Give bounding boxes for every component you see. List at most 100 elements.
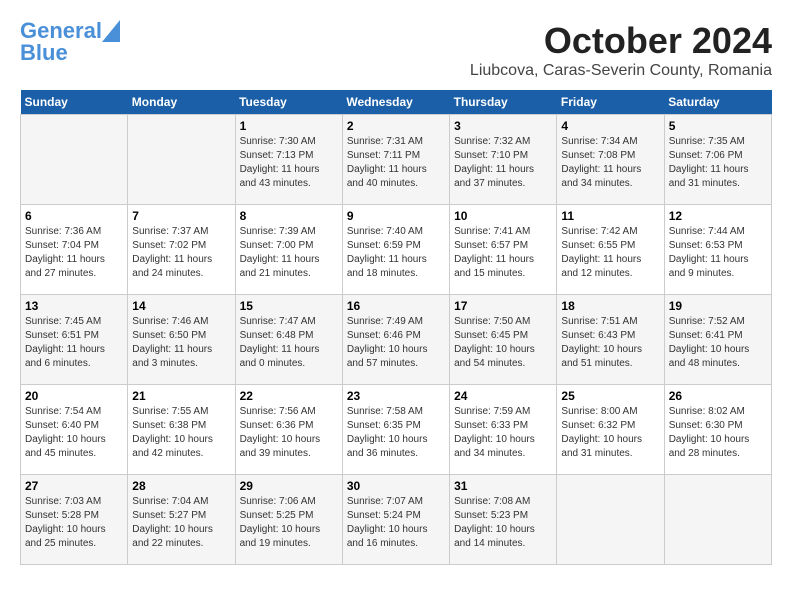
- logo-icon: [102, 20, 120, 42]
- day-info: Sunrise: 7:41 AMSunset: 6:57 PMDaylight:…: [454, 225, 552, 281]
- month-title: October 2024: [470, 20, 772, 62]
- calendar-cell: 6 Sunrise: 7:36 AMSunset: 7:04 PMDaylight…: [21, 205, 128, 295]
- calendar-cell: 16 Sunrise: 7:49 AMSunset: 6:46 PMDayligh…: [342, 295, 449, 385]
- calendar-cell: 8Sunrise: 7:39 AMSunset: 7:00 PMDaylight…: [235, 205, 342, 295]
- day-info: Sunrise: 7:52 AMSunset: 6:41 PMDaylight:…: [669, 315, 767, 371]
- day-info: Sunrise: 7:37 AMSunset: 7:02 PMDaylight:…: [132, 225, 230, 281]
- calendar-cell: 4 Sunrise: 7:34 AMSunset: 7:08 PMDaylight…: [557, 115, 664, 205]
- day-number: 7: [132, 209, 230, 223]
- day-info: Sunrise: 7:07 AMSunset: 5:24 PMDaylight:…: [347, 495, 445, 551]
- logo-text-blue: Blue: [20, 42, 68, 64]
- day-number: 28: [132, 479, 230, 493]
- day-info: Sunrise: 8:02 AMSunset: 6:30 PMDaylight:…: [669, 405, 767, 461]
- day-info: Sunrise: 7:08 AMSunset: 5:23 PMDaylight:…: [454, 495, 552, 551]
- day-number: 16: [347, 299, 445, 313]
- day-info: Sunrise: 7:59 AMSunset: 6:33 PMDaylight:…: [454, 405, 552, 461]
- day-number: 11: [561, 209, 659, 223]
- calendar-cell: 12 Sunrise: 7:44 AMSunset: 6:53 PMDayligh…: [664, 205, 771, 295]
- day-number: 2: [347, 119, 445, 133]
- calendar-cell: 22 Sunrise: 7:56 AMSunset: 6:36 PMDayligh…: [235, 385, 342, 475]
- day-number: 6: [25, 209, 123, 223]
- day-info: Sunrise: 7:54 AMSunset: 6:40 PMDaylight:…: [25, 405, 123, 461]
- location: Liubcova, Caras-Severin County, Romania: [470, 62, 772, 80]
- day-number: 13: [25, 299, 123, 313]
- day-number: 24: [454, 389, 552, 403]
- day-number: 10: [454, 209, 552, 223]
- day-number: 23: [347, 389, 445, 403]
- day-info: Sunrise: 7:03 AMSunset: 5:28 PMDaylight:…: [25, 495, 123, 551]
- day-number: 5: [669, 119, 767, 133]
- header-wednesday: Wednesday: [342, 90, 449, 115]
- day-number: 15: [240, 299, 338, 313]
- calendar-header-row: SundayMondayTuesdayWednesdayThursdayFrid…: [21, 90, 772, 115]
- day-number: 27: [25, 479, 123, 493]
- day-info: Sunrise: 7:32 AMSunset: 7:10 PMDaylight:…: [454, 135, 552, 191]
- calendar-cell: 26 Sunrise: 8:02 AMSunset: 6:30 PMDayligh…: [664, 385, 771, 475]
- day-info: Sunrise: 7:58 AMSunset: 6:35 PMDaylight:…: [347, 405, 445, 461]
- day-info: Sunrise: 7:50 AMSunset: 6:45 PMDaylight:…: [454, 315, 552, 371]
- day-info: Sunrise: 7:34 AMSunset: 7:08 PMDaylight:…: [561, 135, 659, 191]
- page-header: General Blue October 2024 Liubcova, Cara…: [20, 20, 772, 80]
- calendar-cell: 5 Sunrise: 7:35 AMSunset: 7:06 PMDaylight…: [664, 115, 771, 205]
- calendar-cell: 27 Sunrise: 7:03 AMSunset: 5:28 PMDayligh…: [21, 475, 128, 565]
- day-number: 9: [347, 209, 445, 223]
- day-number: 1: [240, 119, 338, 133]
- day-number: 29: [240, 479, 338, 493]
- calendar-cell: 3 Sunrise: 7:32 AMSunset: 7:10 PMDaylight…: [450, 115, 557, 205]
- day-number: 19: [669, 299, 767, 313]
- day-number: 12: [669, 209, 767, 223]
- day-number: 20: [25, 389, 123, 403]
- calendar-week-row: 1 Sunrise: 7:30 AMSunset: 7:13 PMDaylight…: [21, 115, 772, 205]
- calendar-cell: 28Sunrise: 7:04 AMSunset: 5:27 PMDayligh…: [128, 475, 235, 565]
- day-number: 17: [454, 299, 552, 313]
- day-number: 25: [561, 389, 659, 403]
- calendar-cell: 7 Sunrise: 7:37 AMSunset: 7:02 PMDaylight…: [128, 205, 235, 295]
- header-friday: Friday: [557, 90, 664, 115]
- header-saturday: Saturday: [664, 90, 771, 115]
- calendar-cell: 2 Sunrise: 7:31 AMSunset: 7:11 PMDaylight…: [342, 115, 449, 205]
- day-number: 8: [240, 209, 338, 223]
- calendar-cell: 9Sunrise: 7:40 AMSunset: 6:59 PMDaylight…: [342, 205, 449, 295]
- calendar-week-row: 6 Sunrise: 7:36 AMSunset: 7:04 PMDaylight…: [21, 205, 772, 295]
- header-sunday: Sunday: [21, 90, 128, 115]
- day-number: 18: [561, 299, 659, 313]
- calendar-cell: 14Sunrise: 7:46 AMSunset: 6:50 PMDayligh…: [128, 295, 235, 385]
- calendar-table: SundayMondayTuesdayWednesdayThursdayFrid…: [20, 90, 772, 565]
- calendar-cell: 11 Sunrise: 7:42 AMSunset: 6:55 PMDayligh…: [557, 205, 664, 295]
- calendar-cell: [664, 475, 771, 565]
- calendar-cell: 18Sunrise: 7:51 AMSunset: 6:43 PMDayligh…: [557, 295, 664, 385]
- day-number: 14: [132, 299, 230, 313]
- day-info: Sunrise: 7:42 AMSunset: 6:55 PMDaylight:…: [561, 225, 659, 281]
- day-number: 22: [240, 389, 338, 403]
- day-info: Sunrise: 7:36 AMSunset: 7:04 PMDaylight:…: [25, 225, 123, 281]
- logo-text-general: General: [20, 20, 102, 42]
- header-monday: Monday: [128, 90, 235, 115]
- calendar-cell: [21, 115, 128, 205]
- day-number: 26: [669, 389, 767, 403]
- day-info: Sunrise: 7:30 AMSunset: 7:13 PMDaylight:…: [240, 135, 338, 191]
- calendar-week-row: 13Sunrise: 7:45 AMSunset: 6:51 PMDayligh…: [21, 295, 772, 385]
- day-number: 21: [132, 389, 230, 403]
- calendar-cell: 17 Sunrise: 7:50 AMSunset: 6:45 PMDayligh…: [450, 295, 557, 385]
- calendar-cell: 15 Sunrise: 7:47 AMSunset: 6:48 PMDayligh…: [235, 295, 342, 385]
- calendar-cell: [557, 475, 664, 565]
- day-info: Sunrise: 7:47 AMSunset: 6:48 PMDaylight:…: [240, 315, 338, 371]
- calendar-cell: 30Sunrise: 7:07 AMSunset: 5:24 PMDayligh…: [342, 475, 449, 565]
- calendar-cell: 23 Sunrise: 7:58 AMSunset: 6:35 PMDayligh…: [342, 385, 449, 475]
- calendar-cell: 13Sunrise: 7:45 AMSunset: 6:51 PMDayligh…: [21, 295, 128, 385]
- day-info: Sunrise: 7:56 AMSunset: 6:36 PMDaylight:…: [240, 405, 338, 461]
- day-info: Sunrise: 7:35 AMSunset: 7:06 PMDaylight:…: [669, 135, 767, 191]
- calendar-cell: 20 Sunrise: 7:54 AMSunset: 6:40 PMDayligh…: [21, 385, 128, 475]
- day-info: Sunrise: 7:06 AMSunset: 5:25 PMDaylight:…: [240, 495, 338, 551]
- day-info: Sunrise: 7:31 AMSunset: 7:11 PMDaylight:…: [347, 135, 445, 191]
- calendar-cell: 31Sunrise: 7:08 AMSunset: 5:23 PMDayligh…: [450, 475, 557, 565]
- day-info: Sunrise: 7:49 AMSunset: 6:46 PMDaylight:…: [347, 315, 445, 371]
- calendar-cell: 19 Sunrise: 7:52 AMSunset: 6:41 PMDayligh…: [664, 295, 771, 385]
- day-number: 3: [454, 119, 552, 133]
- day-number: 4: [561, 119, 659, 133]
- logo: General Blue: [20, 20, 120, 64]
- day-info: Sunrise: 7:44 AMSunset: 6:53 PMDaylight:…: [669, 225, 767, 281]
- calendar-cell: 10 Sunrise: 7:41 AMSunset: 6:57 PMDayligh…: [450, 205, 557, 295]
- day-info: Sunrise: 7:55 AMSunset: 6:38 PMDaylight:…: [132, 405, 230, 461]
- header-tuesday: Tuesday: [235, 90, 342, 115]
